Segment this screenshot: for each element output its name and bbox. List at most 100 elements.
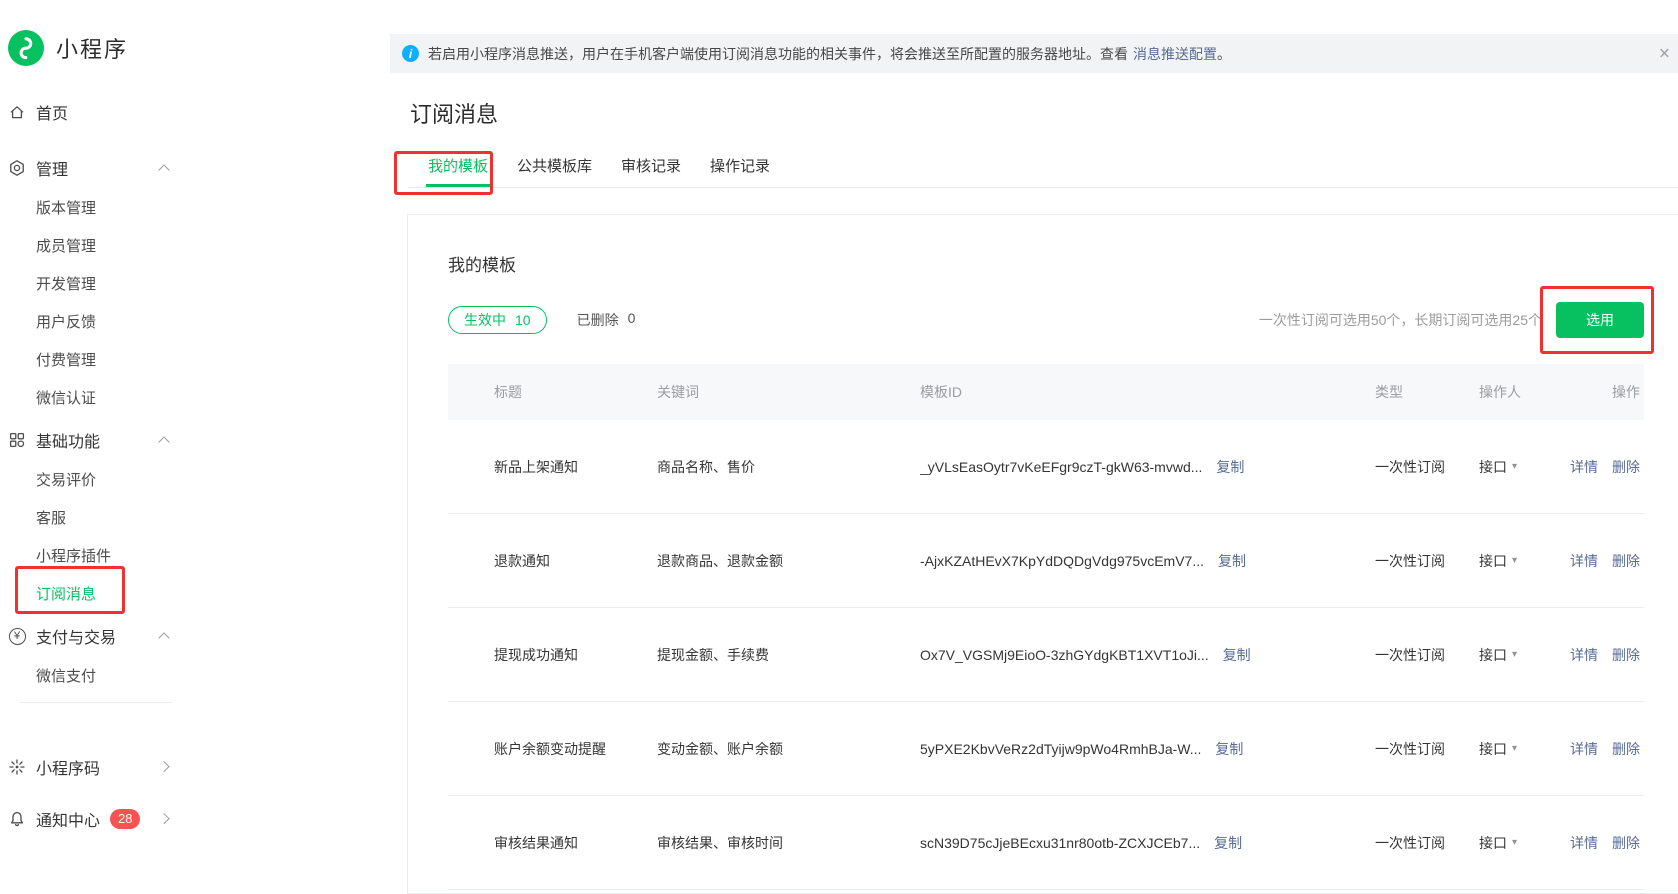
close-icon[interactable]: × bbox=[1659, 44, 1670, 63]
delete-link[interactable]: 删除 bbox=[1612, 457, 1640, 477]
bell-icon bbox=[8, 810, 26, 828]
sidebar-item-develop[interactable]: 开发管理 bbox=[0, 264, 390, 302]
template-title: 账户余额变动提醒 bbox=[448, 739, 657, 759]
filter-deleted-label: 已删除 bbox=[577, 310, 619, 330]
sidebar-item-members[interactable]: 成员管理 bbox=[0, 226, 390, 264]
template-id-cell: -AjxKZAtHEvX7KpYdDQDgVdg975vcEmV7... 复制 bbox=[920, 551, 1375, 571]
table-row: 审核结果通知 审核结果、审核时间 scN39D75cJjeBEcxu31nr80… bbox=[448, 796, 1644, 890]
sidebar-item-minicode[interactable]: 小程序码 bbox=[0, 747, 390, 787]
sidebar-item-label: 首页 bbox=[36, 100, 68, 124]
template-type: 一次性订阅 bbox=[1375, 645, 1479, 665]
row-actions: 详情 删除 bbox=[1562, 739, 1644, 759]
sidebar-item-pay-trade[interactable]: ¥ 支付与交易 bbox=[0, 616, 390, 656]
notification-count-badge: 28 bbox=[110, 809, 140, 829]
delete-link[interactable]: 删除 bbox=[1612, 739, 1640, 759]
operator-dropdown[interactable]: 接口 ▾ bbox=[1479, 833, 1562, 853]
app-title: 小程序 bbox=[56, 32, 128, 64]
push-config-link[interactable]: 消息推送配置 bbox=[1133, 44, 1217, 64]
sidebar-item-verification[interactable]: 微信认证 bbox=[0, 378, 390, 416]
banner-text-suffix: 。 bbox=[1217, 44, 1231, 64]
sidebar-item-trade-review[interactable]: 交易评价 bbox=[0, 460, 390, 498]
delete-link[interactable]: 删除 bbox=[1612, 645, 1640, 665]
caret-down-icon: ▾ bbox=[1512, 649, 1517, 660]
sidebar-item-plugins[interactable]: 小程序插件 bbox=[0, 536, 390, 574]
tab-review-records[interactable]: 审核记录 bbox=[619, 150, 683, 187]
miniprogram-logo-icon bbox=[8, 30, 44, 66]
yen-circle-icon: ¥ bbox=[8, 627, 26, 645]
sidebar-item-basic[interactable]: 基础功能 bbox=[0, 420, 390, 460]
info-banner: i 若启用小程序消息推送，用户在手机客户端使用订阅消息功能的相关事件，将会推送至… bbox=[390, 34, 1678, 73]
sidebar-item-customer-service[interactable]: 客服 bbox=[0, 498, 390, 536]
sidebar-item-label: 通知中心 bbox=[36, 807, 100, 831]
sidebar-item-notifications[interactable]: 通知中心 28 bbox=[0, 799, 390, 839]
sidebar-item-label: 支付与交易 bbox=[36, 624, 116, 648]
filter-active-label: 生效中 bbox=[464, 310, 506, 330]
detail-link[interactable]: 详情 bbox=[1570, 833, 1598, 853]
copy-link[interactable]: 复制 bbox=[1214, 833, 1242, 853]
sidebar-nav: 首页 管理 版本管理 成员管理 开发管理 用户反馈 付费管理 微信认证 基础功能… bbox=[0, 92, 390, 839]
detail-link[interactable]: 详情 bbox=[1570, 739, 1598, 759]
sidebar-item-manage[interactable]: 管理 bbox=[0, 148, 390, 188]
sidebar-item-payment-manage[interactable]: 付费管理 bbox=[0, 340, 390, 378]
template-id: 5yPXE2KbvVeRz2dTyijw9pWo4RmhBJa-W... bbox=[920, 741, 1201, 757]
chevron-up-icon bbox=[158, 164, 169, 175]
copy-link[interactable]: 复制 bbox=[1215, 739, 1243, 759]
col-header-keywords: 关键词 bbox=[657, 382, 920, 402]
sidebar-item-version[interactable]: 版本管理 bbox=[0, 188, 390, 226]
template-type: 一次性订阅 bbox=[1375, 833, 1479, 853]
col-header-actions: 操作 bbox=[1562, 382, 1644, 402]
sidebar-item-subscribe-message[interactable]: 订阅消息 bbox=[0, 574, 390, 612]
detail-link[interactable]: 详情 bbox=[1570, 645, 1598, 665]
caret-down-icon: ▾ bbox=[1512, 837, 1517, 848]
miniprogram-code-icon bbox=[8, 758, 26, 776]
select-button[interactable]: 选用 bbox=[1556, 302, 1644, 338]
template-keywords: 提现金额、手续费 bbox=[657, 645, 920, 665]
tab-operation-records[interactable]: 操作记录 bbox=[708, 150, 772, 187]
operator-label: 接口 bbox=[1479, 457, 1507, 477]
operator-dropdown[interactable]: 接口 ▾ bbox=[1479, 739, 1562, 759]
delete-link[interactable]: 删除 bbox=[1612, 833, 1640, 853]
sidebar-item-wechat-pay[interactable]: 微信支付 bbox=[0, 656, 390, 694]
copy-link[interactable]: 复制 bbox=[1223, 645, 1251, 665]
filter-row: 生效中 10 已删除 0 一次性订阅可选用50个，长期订阅可选用25个 选用 bbox=[448, 302, 1644, 338]
operator-dropdown[interactable]: 接口 ▾ bbox=[1479, 645, 1562, 665]
chevron-right-icon bbox=[158, 813, 169, 824]
template-type: 一次性订阅 bbox=[1375, 551, 1479, 571]
sidebar-item-label: 基础功能 bbox=[36, 428, 100, 452]
col-header-type: 类型 bbox=[1375, 382, 1479, 402]
table-row: 退款通知 退款商品、退款金额 -AjxKZAtHEvX7KpYdDQDgVdg9… bbox=[448, 514, 1644, 608]
caret-down-icon: ▾ bbox=[1512, 555, 1517, 566]
template-keywords: 变动金额、账户余额 bbox=[657, 739, 920, 759]
templates-panel: 我的模板 生效中 10 已删除 0 一次性订阅可选用50个，长期订阅可选用25个… bbox=[407, 214, 1678, 894]
template-keywords: 退款商品、退款金额 bbox=[657, 551, 920, 571]
col-header-template-id: 模板ID bbox=[920, 382, 1375, 402]
manage-icon bbox=[8, 159, 26, 177]
filter-active-count: 10 bbox=[515, 312, 531, 328]
col-header-operator: 操作人 bbox=[1479, 382, 1562, 402]
copy-link[interactable]: 复制 bbox=[1216, 457, 1244, 477]
tab-my-templates[interactable]: 我的模板 bbox=[426, 150, 490, 187]
template-title: 提现成功通知 bbox=[448, 645, 657, 665]
template-keywords: 审核结果、审核时间 bbox=[657, 833, 920, 853]
template-type: 一次性订阅 bbox=[1375, 739, 1479, 759]
detail-link[interactable]: 详情 bbox=[1570, 551, 1598, 571]
filter-active-pill[interactable]: 生效中 10 bbox=[448, 306, 547, 334]
detail-link[interactable]: 详情 bbox=[1570, 457, 1598, 477]
home-icon bbox=[8, 103, 26, 121]
filter-deleted-count: 0 bbox=[628, 310, 636, 330]
delete-link[interactable]: 删除 bbox=[1612, 551, 1640, 571]
copy-link[interactable]: 复制 bbox=[1218, 551, 1246, 571]
banner-text: 若启用小程序消息推送，用户在手机客户端使用订阅消息功能的相关事件，将会推送至所配… bbox=[428, 44, 1128, 64]
sidebar-item-label: 管理 bbox=[36, 156, 68, 180]
operator-dropdown[interactable]: 接口 ▾ bbox=[1479, 551, 1562, 571]
caret-down-icon: ▾ bbox=[1512, 461, 1517, 472]
sidebar-item-home[interactable]: 首页 bbox=[0, 92, 390, 132]
template-keywords: 商品名称、售价 bbox=[657, 457, 920, 477]
template-type: 一次性订阅 bbox=[1375, 457, 1479, 477]
col-header-title: 标题 bbox=[448, 382, 657, 402]
sidebar: 小程序 首页 管理 版本管理 成员管理 开发管理 用户反馈 付费管理 微信认证 … bbox=[0, 0, 390, 855]
sidebar-item-feedback[interactable]: 用户反馈 bbox=[0, 302, 390, 340]
tab-public-library[interactable]: 公共模板库 bbox=[515, 150, 594, 187]
filter-deleted[interactable]: 已删除 0 bbox=[577, 310, 636, 330]
operator-dropdown[interactable]: 接口 ▾ bbox=[1479, 457, 1562, 477]
